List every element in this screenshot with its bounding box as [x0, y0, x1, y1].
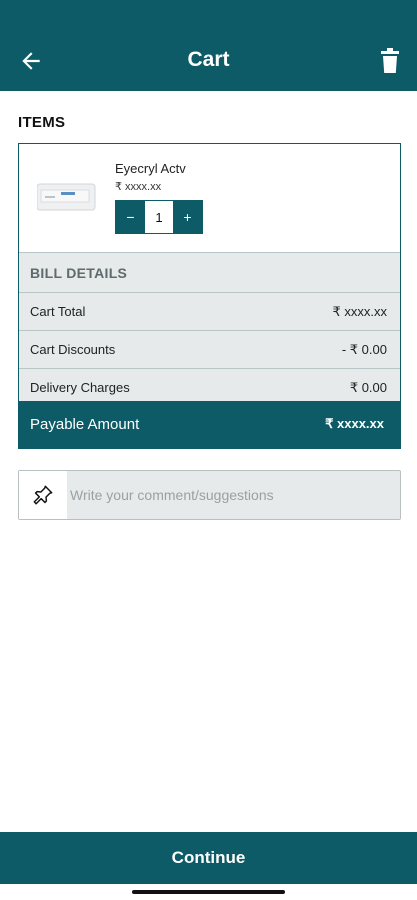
bill-details-title: BILL DETAILS [30, 265, 128, 281]
continue-button[interactable]: Continue [0, 832, 417, 884]
quantity-stepper: − 1 + [115, 200, 203, 234]
product-image [37, 183, 96, 211]
app-bar: Cart [0, 0, 417, 91]
quantity-value: 1 [145, 201, 173, 233]
home-indicator [132, 890, 285, 894]
bill-row-label: Cart Total [30, 304, 86, 319]
trash-icon[interactable] [379, 48, 401, 74]
payable-amount-value: ₹ xxxx.xx [325, 416, 384, 431]
items-section-title: ITEMS [18, 114, 66, 131]
bill-row-value: ₹ 0.00 [349, 380, 387, 395]
increment-button[interactable]: + [173, 201, 202, 233]
bill-row-cart-total: Cart Total ₹ xxxx.xx [19, 292, 400, 330]
pin-icon [19, 471, 67, 519]
decrement-button[interactable]: − [116, 201, 145, 233]
comment-input[interactable] [69, 471, 399, 519]
item-price: ₹ xxxx.xx [115, 181, 162, 193]
payable-amount-bar: Payable Amount ₹ xxxx.xx [19, 401, 400, 448]
cart-card: Eyecryl Actv ₹ xxxx.xx − 1 + BILL DETAIL… [18, 143, 401, 449]
bill-row-label: Delivery Charges [30, 380, 130, 395]
bill-details: BILL DETAILS Cart Total ₹ xxxx.xx Cart D… [19, 252, 400, 402]
item-name: Eyecryl Actv [115, 161, 186, 176]
bill-row-value: ₹ xxxx.xx [332, 304, 388, 319]
bill-row-cart-discounts: Cart Discounts - ₹ 0.00 [19, 330, 400, 368]
cart-item: Eyecryl Actv ₹ xxxx.xx − 1 + [19, 144, 400, 252]
payable-amount-label: Payable Amount [30, 416, 140, 433]
bill-row-label: Cart Discounts [30, 342, 116, 357]
page-title: Cart [187, 48, 230, 71]
comment-box [18, 470, 401, 520]
bill-row-value: - ₹ 0.00 [341, 342, 387, 357]
